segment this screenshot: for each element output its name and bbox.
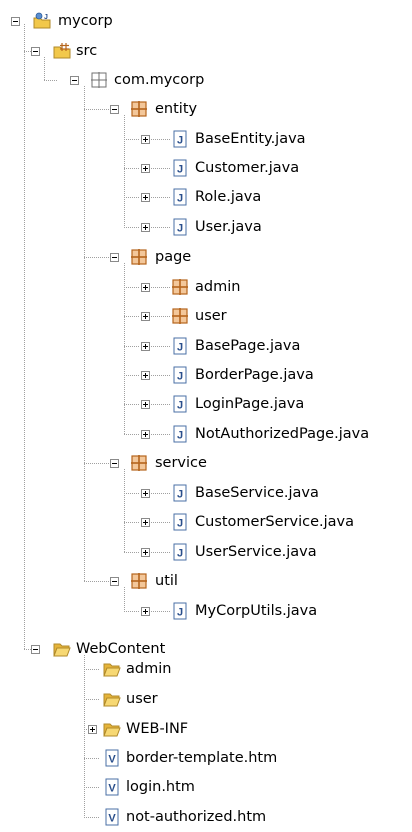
open-folder-icon [103, 660, 121, 678]
expand-toggle-icon[interactable] [141, 548, 150, 557]
package-icon [130, 454, 148, 472]
tree-node-label: BaseService.java [195, 485, 319, 501]
tree-node-label: admin [126, 661, 172, 677]
collapse-toggle-icon[interactable] [110, 459, 119, 468]
expand-toggle-icon[interactable] [141, 164, 150, 173]
tree-node-label: admin [195, 279, 241, 295]
java-file-icon: J [171, 218, 189, 236]
tree-node-label: service [155, 455, 207, 471]
tree-node-label: CustomerService.java [195, 514, 355, 530]
collapse-toggle-icon[interactable] [11, 17, 20, 26]
expand-toggle-icon[interactable] [141, 400, 150, 409]
expand-toggle-icon[interactable] [141, 135, 150, 144]
velocity-file-icon: V [103, 808, 121, 826]
expand-toggle-icon[interactable] [141, 607, 150, 616]
svg-text:J: J [177, 223, 183, 235]
package-icon [130, 248, 148, 266]
tree-node-label: BasePage.java [195, 338, 301, 354]
tree-node-label: not-authorized.htm [126, 809, 267, 825]
collapse-toggle-icon[interactable] [31, 47, 40, 56]
expand-toggle-icon[interactable] [141, 430, 150, 439]
svg-text:J: J [177, 518, 183, 530]
collapse-toggle-icon[interactable] [110, 105, 119, 114]
java-file-icon: J [171, 484, 189, 502]
tree-node-label: LoginPage.java [195, 396, 305, 412]
open-folder-icon [53, 640, 71, 658]
expand-toggle-icon[interactable] [88, 725, 97, 734]
tree-node-label: login.htm [126, 779, 195, 795]
java-file-icon: J [171, 543, 189, 561]
expand-toggle-icon[interactable] [141, 489, 150, 498]
project-explorer-tree: J mycorp src com.mycorp entity J BaseEnt… [0, 0, 412, 829]
velocity-file-icon: V [103, 778, 121, 796]
svg-text:J: J [177, 607, 183, 619]
tree-node-label: user [195, 308, 227, 324]
java-file-icon: J [171, 337, 189, 355]
package-icon [171, 307, 189, 325]
tree-node-label: com.mycorp [114, 72, 205, 88]
collapse-toggle-icon[interactable] [31, 645, 40, 654]
svg-text:V: V [108, 754, 116, 766]
tree-node-label: UserService.java [195, 544, 317, 560]
java-file-icon: J [171, 130, 189, 148]
tree-node-label: border-template.htm [126, 750, 278, 766]
collapse-toggle-icon[interactable] [110, 253, 119, 262]
tree-node-label: BorderPage.java [195, 367, 314, 383]
tree-node-label: MyCorpUtils.java [195, 603, 318, 619]
velocity-file-icon: V [103, 749, 121, 767]
java-file-icon: J [171, 395, 189, 413]
svg-text:J: J [177, 489, 183, 501]
tree-node-label: src [76, 43, 98, 59]
package-icon [130, 572, 148, 590]
java-project-icon: J [33, 12, 51, 30]
svg-text:J: J [177, 430, 183, 442]
package-icon [171, 278, 189, 296]
tree-node-label: entity [155, 101, 198, 117]
java-file-icon: J [171, 366, 189, 384]
expand-toggle-icon[interactable] [141, 518, 150, 527]
open-folder-icon [103, 720, 121, 738]
java-file-icon: J [171, 425, 189, 443]
tree-node-label: mycorp [58, 13, 113, 29]
java-file-icon: J [171, 188, 189, 206]
svg-text:V: V [108, 783, 116, 795]
tree-node-label: User.java [195, 219, 262, 235]
expand-toggle-icon[interactable] [141, 283, 150, 292]
svg-text:V: V [108, 813, 116, 825]
svg-text:J: J [177, 371, 183, 383]
svg-text:J: J [44, 14, 48, 21]
package-icon [130, 100, 148, 118]
tree-node-label: Customer.java [195, 160, 300, 176]
svg-text:J: J [177, 400, 183, 412]
svg-text:J: J [177, 164, 183, 176]
tree-node-label: NotAuthorizedPage.java [195, 426, 370, 442]
empty-package-icon [90, 71, 108, 89]
svg-text:J: J [177, 193, 183, 205]
tree-node-label: Role.java [195, 189, 262, 205]
tree-node-label: WEB-INF [126, 721, 189, 737]
expand-toggle-icon[interactable] [141, 371, 150, 380]
java-file-icon: J [171, 513, 189, 531]
svg-text:J: J [177, 342, 183, 354]
svg-text:J: J [177, 135, 183, 147]
expand-toggle-icon[interactable] [141, 223, 150, 232]
collapse-toggle-icon[interactable] [70, 76, 79, 85]
java-file-icon: J [171, 602, 189, 620]
svg-text:J: J [177, 548, 183, 560]
source-folder-icon [53, 42, 71, 60]
tree-node-label: BaseEntity.java [195, 131, 306, 147]
tree-node-label: user [126, 691, 158, 707]
java-file-icon: J [171, 159, 189, 177]
collapse-toggle-icon[interactable] [110, 577, 119, 586]
tree-node-label: util [155, 573, 178, 589]
expand-toggle-icon[interactable] [141, 312, 150, 321]
expand-toggle-icon[interactable] [141, 342, 150, 351]
open-folder-icon [103, 690, 121, 708]
tree-node-label: page [155, 249, 192, 265]
expand-toggle-icon[interactable] [141, 193, 150, 202]
